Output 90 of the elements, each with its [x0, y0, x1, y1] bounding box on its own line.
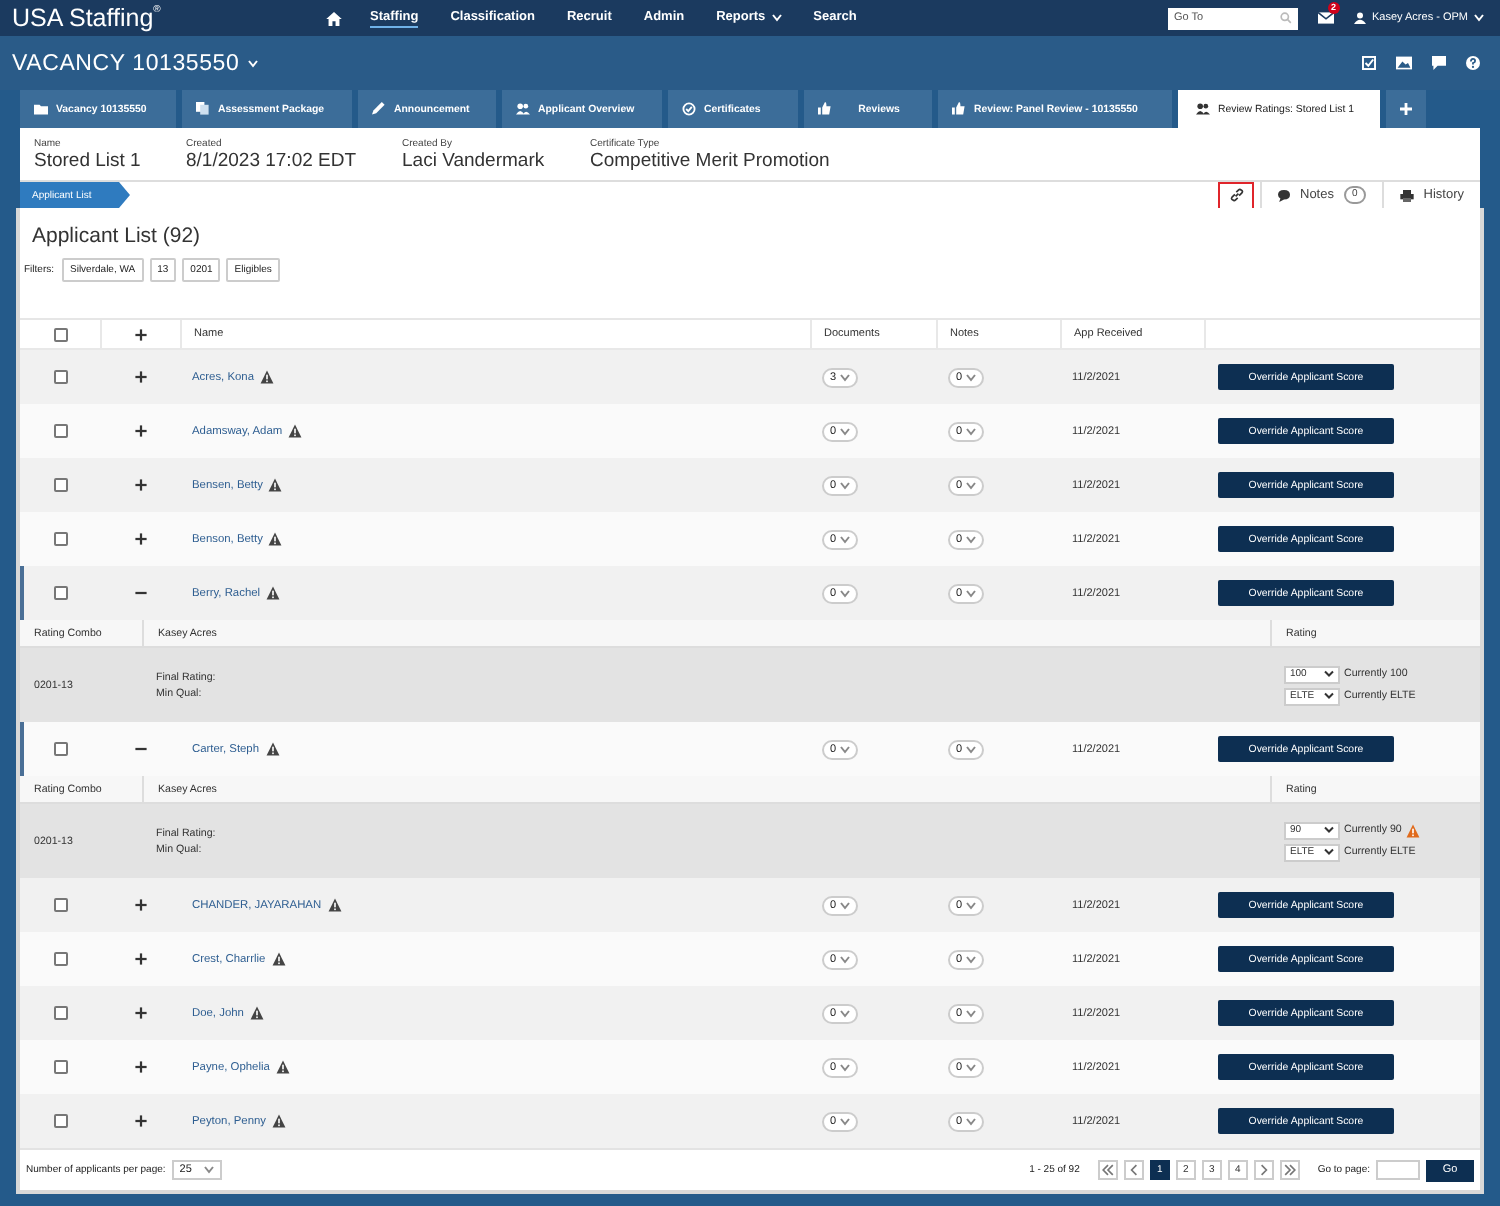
caret-icon [840, 1117, 851, 1125]
link-button[interactable] [1218, 181, 1254, 209]
expand-icon[interactable] [133, 424, 147, 438]
caret-icon [840, 535, 851, 543]
caret-icon [966, 481, 977, 489]
field-value: Laci Vandermark [402, 149, 547, 171]
collapse-icon[interactable] [133, 586, 147, 600]
user-icon [1354, 12, 1366, 24]
expand-icon[interactable] [133, 370, 147, 384]
caret-icon [966, 1063, 977, 1071]
documents-icon [196, 102, 210, 116]
caret-icon [966, 1009, 977, 1017]
checkbox-icon[interactable] [1362, 56, 1376, 70]
previous-page-button[interactable] [1123, 1160, 1144, 1180]
field-value: Competitive Merit Promotion [590, 149, 830, 171]
last-page-icon [1283, 1164, 1296, 1176]
expand-icon[interactable] [133, 478, 147, 492]
page-input[interactable] [1376, 1160, 1420, 1180]
next-page-button[interactable] [1253, 1160, 1274, 1180]
expand-all-icon[interactable] [134, 327, 148, 341]
printer-icon [1399, 189, 1414, 201]
people-icon [1196, 102, 1210, 116]
thumbs-up-icon [952, 102, 966, 116]
next-page-icon [1257, 1164, 1270, 1176]
caret-icon [966, 745, 977, 753]
checkbox[interactable] [53, 424, 67, 438]
previous-page-icon [1127, 1164, 1140, 1176]
people-icon [516, 102, 530, 116]
caret-icon [966, 373, 977, 381]
link-icon [1229, 188, 1243, 202]
chevron-icon [1324, 692, 1334, 700]
caret-icon [840, 1009, 851, 1017]
caret-icon [203, 1166, 214, 1174]
caret-icon [966, 535, 977, 543]
check-circle-icon [682, 102, 696, 116]
checkbox[interactable] [53, 1114, 67, 1128]
chevron-icon [1324, 670, 1334, 678]
checkbox[interactable] [53, 952, 67, 966]
checkbox[interactable] [53, 1006, 67, 1020]
caret-icon [840, 901, 851, 909]
field-value: Stored List 1 [34, 149, 143, 171]
caret-icon [966, 1117, 977, 1125]
thumbs-up-icon [818, 102, 832, 116]
comment-icon[interactable] [1432, 56, 1446, 70]
comment-icon [1278, 189, 1290, 201]
caret-icon [840, 373, 851, 381]
expand-icon[interactable] [133, 1114, 147, 1128]
folder-icon [34, 102, 48, 116]
vacancy-title[interactable]: VACANCY 10135550 [12, 51, 258, 75]
logo[interactable]: USA Staffing$^{®}$ [12, 4, 312, 32]
chevron-icon [1324, 848, 1334, 856]
caret-icon [840, 1063, 851, 1071]
caret-icon [840, 589, 851, 597]
caret-icon [247, 59, 258, 67]
first-page-icon [1101, 1164, 1114, 1176]
expand-icon[interactable] [133, 1060, 147, 1074]
checkbox[interactable] [53, 742, 67, 756]
image-icon[interactable] [1396, 56, 1412, 70]
expand-icon[interactable] [133, 1006, 147, 1020]
add-tab-icon[interactable] [1386, 90, 1426, 128]
expand-icon[interactable] [133, 952, 147, 966]
first-page-button[interactable] [1097, 1160, 1118, 1180]
caret-icon [840, 745, 851, 753]
caret-icon [966, 427, 977, 435]
caret-icon [966, 589, 977, 597]
search-icon [1280, 12, 1292, 24]
checkbox[interactable] [53, 532, 67, 546]
field-value: 8/1/2023 17:02 EDT [186, 149, 359, 171]
caret-icon [840, 955, 851, 963]
caret-icon [840, 481, 851, 489]
mail-icon[interactable] [1318, 12, 1334, 24]
chevron-icon [1324, 826, 1334, 834]
last-page-button[interactable] [1279, 1160, 1300, 1180]
checkbox[interactable] [53, 586, 67, 600]
home-icon[interactable] [326, 11, 342, 25]
caret-icon [840, 427, 851, 435]
expand-icon[interactable] [133, 898, 147, 912]
pencil-icon [372, 102, 386, 116]
checkbox[interactable] [53, 478, 67, 492]
checkbox[interactable] [53, 1060, 67, 1074]
list-title: Applicant List (92) [32, 224, 203, 250]
caret-icon [1474, 14, 1484, 22]
help-icon[interactable] [1466, 56, 1480, 70]
caret-icon [966, 901, 977, 909]
collapse-icon[interactable] [133, 742, 147, 756]
expand-icon[interactable] [133, 532, 147, 546]
caret-icon [966, 955, 977, 963]
checkbox[interactable] [53, 327, 67, 341]
checkbox[interactable] [53, 898, 67, 912]
checkbox[interactable] [53, 370, 67, 384]
